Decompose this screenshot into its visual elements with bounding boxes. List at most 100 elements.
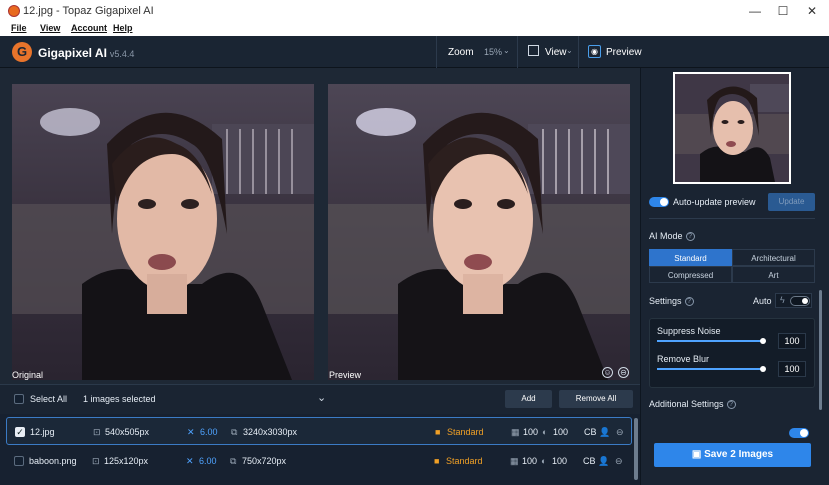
- blur-value: 100: [553, 427, 569, 437]
- menu-view[interactable]: View: [40, 23, 60, 33]
- mode-value[interactable]: Standard: [446, 456, 483, 466]
- row-checkbox[interactable]: ✓: [15, 427, 25, 437]
- face-icon: 👤: [599, 427, 611, 437]
- help-icon[interactable]: ?: [685, 232, 695, 242]
- window-title: 12.jpg - Topaz Gigapixel AI: [23, 5, 154, 17]
- select-all-checkbox[interactable]: [14, 394, 24, 404]
- menu-bar: File View Account Help: [0, 22, 829, 36]
- noise-icon: ▦: [510, 456, 519, 466]
- mode-art-button[interactable]: Art: [732, 266, 815, 283]
- selected-count: 1 images selected: [83, 394, 156, 404]
- menu-help[interactable]: Help: [113, 23, 133, 33]
- panel-divider: [649, 218, 815, 219]
- blur-icon: ◐: [541, 456, 547, 466]
- gigapixel-logo-icon: G: [12, 42, 32, 62]
- mode-compressed-button[interactable]: Compressed: [649, 266, 732, 283]
- save-images-button[interactable]: ▣ Save 2 Images: [654, 443, 811, 467]
- header-divider: [517, 36, 518, 68]
- scale-value[interactable]: 6.00: [199, 456, 217, 466]
- chevron-down-icon[interactable]: ⌄: [317, 391, 326, 404]
- list-scrollbar[interactable]: [634, 418, 638, 480]
- preview-button[interactable]: Preview: [606, 47, 642, 58]
- row-checkbox[interactable]: [14, 456, 24, 466]
- remove-all-button[interactable]: Remove All: [559, 390, 633, 408]
- file-name: baboon.png: [29, 456, 77, 466]
- preview-pane[interactable]: [328, 84, 630, 380]
- auto-label: Auto: [753, 296, 772, 306]
- mode-value[interactable]: Standard: [447, 427, 484, 437]
- auto-toggle-switch[interactable]: [790, 296, 810, 306]
- file-name: 12.jpg: [30, 427, 55, 437]
- update-button[interactable]: Update: [768, 193, 815, 211]
- mode-icon: ■: [434, 456, 440, 466]
- view-button[interactable]: View: [545, 47, 567, 58]
- table-row[interactable]: ✓ 12.jpg ⊡ 540x505px ✕ 6.00 ⧉ 3240x3030p…: [6, 417, 632, 445]
- zoom-value[interactable]: 15%: [484, 47, 502, 57]
- menu-account[interactable]: Account: [71, 23, 107, 33]
- face-detect-icon[interactable]: ☺: [602, 367, 613, 378]
- input-size: 540x505px: [105, 427, 150, 437]
- noise-icon: ▦: [511, 427, 520, 437]
- panel-scrollbar[interactable]: [819, 290, 822, 410]
- suppress-noise-input[interactable]: 100: [778, 333, 806, 349]
- remove-blur-input[interactable]: 100: [778, 361, 806, 377]
- output-icon: ⧉: [231, 427, 238, 437]
- maximize-button[interactable]: ☐: [768, 0, 798, 22]
- navigator-thumbnail[interactable]: [673, 72, 791, 184]
- blur-value: 100: [552, 456, 568, 466]
- preview-photo: [328, 84, 630, 380]
- noise-value: 100: [522, 456, 538, 466]
- settings-label: Settings?: [649, 296, 694, 307]
- auto-settings-toggle[interactable]: ϟ: [775, 293, 812, 308]
- remove-icon[interactable]: ⊖: [615, 456, 623, 467]
- auto-update-label: Auto-update preview: [673, 197, 756, 207]
- lightning-icon: ϟ: [780, 295, 785, 305]
- table-row[interactable]: baboon.png ⊡ 125x120px ✕ 6.00 ⧉ 750x720p…: [6, 447, 632, 475]
- header-divider: [578, 36, 579, 68]
- window-titlebar: 12.jpg - Topaz Gigapixel AI — ☐ ✕: [0, 0, 829, 22]
- scale-value[interactable]: 6.00: [200, 427, 218, 437]
- face-icon: 👤: [598, 456, 610, 466]
- mode-architectural-button[interactable]: Architectural: [732, 249, 815, 266]
- scale-icon: ✕: [186, 456, 194, 466]
- original-label: Original: [12, 370, 44, 380]
- chevron-down-icon[interactable]: ⌄: [503, 46, 510, 55]
- mode-standard-button[interactable]: Standard: [649, 249, 732, 266]
- thumbnail-photo: [675, 74, 789, 182]
- menu-file[interactable]: File: [11, 23, 27, 33]
- preview-label: Preview: [329, 370, 362, 380]
- chevron-down-icon[interactable]: ⌄: [566, 46, 573, 55]
- input-size: 125x120px: [104, 456, 149, 466]
- view-layout-icon[interactable]: [528, 45, 539, 56]
- help-icon[interactable]: ?: [726, 400, 736, 410]
- blur-icon: ◐: [542, 427, 548, 437]
- minimize-button[interactable]: —: [740, 0, 770, 22]
- app-version: v5.4.4: [109, 49, 135, 59]
- save-icon: ▣: [691, 449, 705, 460]
- auto-update-toggle[interactable]: [649, 197, 669, 207]
- eye-icon[interactable]: ◉: [588, 45, 601, 58]
- suppress-noise-handle[interactable]: [760, 338, 766, 344]
- mode-icon: ■: [435, 427, 441, 437]
- remove-blur-slider[interactable]: [657, 368, 763, 370]
- zoom-label[interactable]: Zoom: [448, 47, 474, 58]
- output-size: 3240x3030px: [243, 427, 298, 437]
- scale-icon: ✕: [187, 427, 195, 437]
- flags: CB: [584, 427, 597, 437]
- resize-icon: ⊡: [92, 456, 100, 466]
- original-pane[interactable]: [12, 84, 314, 380]
- remove-icon[interactable]: ⊖: [616, 427, 624, 438]
- help-icon[interactable]: ?: [684, 297, 694, 307]
- additional-settings-label: Additional Settings?: [649, 399, 736, 410]
- add-button[interactable]: Add: [505, 390, 552, 408]
- compare-icon[interactable]: ⊖: [618, 367, 629, 378]
- remove-blur-handle[interactable]: [760, 366, 766, 372]
- additional-setting-toggle[interactable]: [789, 428, 809, 438]
- app-name: Gigapixel AI v5.4.4: [38, 46, 135, 60]
- header-divider: [436, 36, 437, 68]
- suppress-noise-slider[interactable]: [657, 340, 763, 342]
- app-icon: [8, 5, 20, 17]
- original-photo: [12, 84, 314, 380]
- select-all-label[interactable]: Select All: [30, 394, 67, 404]
- close-button[interactable]: ✕: [797, 0, 827, 22]
